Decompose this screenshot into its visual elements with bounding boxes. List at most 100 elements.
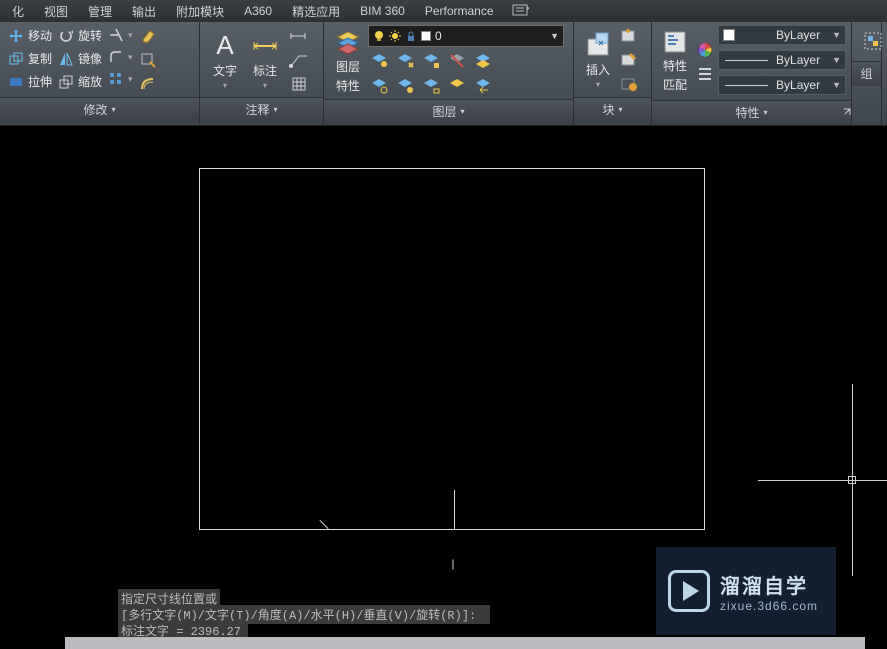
chevron-down-icon: ▾ xyxy=(128,74,133,85)
color-value: ByLayer xyxy=(776,28,820,42)
edit-attr-icon[interactable] xyxy=(618,73,640,95)
layer-unlock-icon[interactable] xyxy=(420,75,442,97)
lineweight-dropdown[interactable]: ByLayer ▼ xyxy=(718,75,846,95)
copy-label: 复制 xyxy=(28,50,52,67)
scale-button[interactable]: 缩放 xyxy=(56,71,104,92)
offset-icon[interactable] xyxy=(137,73,159,95)
color-dropdown[interactable]: ByLayer ▼ xyxy=(718,25,846,45)
copy-button[interactable]: 复制 xyxy=(6,48,54,69)
panel-title-block[interactable]: 块▾ xyxy=(574,97,651,122)
layer-thaw-icon[interactable] xyxy=(394,75,416,97)
table-icon[interactable] xyxy=(288,73,310,95)
chevron-down-icon: ▼ xyxy=(832,30,841,40)
menu-performance[interactable]: Performance xyxy=(415,0,504,22)
menu-manage[interactable]: 管理 xyxy=(78,0,122,22)
layer-on-icon[interactable] xyxy=(446,75,468,97)
menu-output[interactable]: 输出 xyxy=(122,0,166,22)
insert-block-button[interactable]: 插入 ▾ xyxy=(580,25,616,95)
color-swatch xyxy=(723,29,735,41)
move-button[interactable]: 移动 xyxy=(6,25,54,46)
panel-title-annotate[interactable]: 注释▾ xyxy=(200,97,323,122)
menu-bim360[interactable]: BIM 360 xyxy=(350,0,415,22)
dimension-button[interactable]: 标注 ▾ xyxy=(246,25,284,95)
chevron-down-icon: ▼ xyxy=(832,55,841,65)
linetype-value: ByLayer xyxy=(776,53,820,67)
menu-parametrize[interactable]: 化 xyxy=(2,0,34,22)
chevron-down-icon: ▼ xyxy=(832,80,841,90)
edit-block-icon[interactable] xyxy=(618,49,640,71)
menu-featured[interactable]: 精选应用 xyxy=(282,0,350,22)
dimension-icon xyxy=(250,30,280,60)
panel-title-properties[interactable]: 特性▾ xyxy=(652,100,851,125)
layer-off-icon[interactable] xyxy=(446,50,468,72)
watermark-url: zixue.3d66.com xyxy=(720,599,818,613)
insert-label: 插入 xyxy=(586,61,610,78)
lock-icon xyxy=(405,30,417,42)
scale-icon xyxy=(58,74,74,90)
scale-label: 缩放 xyxy=(78,73,102,90)
layer-color-swatch xyxy=(421,31,431,41)
panel-title-modify[interactable]: 修改▾ xyxy=(0,97,199,122)
command-input-bar[interactable] xyxy=(65,637,865,649)
lineweight-preview xyxy=(725,85,768,86)
properties-icon xyxy=(662,29,688,55)
current-layer-name: 0 xyxy=(435,29,442,43)
menu-a360[interactable]: A360 xyxy=(234,0,282,22)
linetype-dropdown[interactable]: ByLayer ▼ xyxy=(718,50,846,70)
layer-uniso-icon[interactable] xyxy=(368,75,390,97)
drawn-rectangle-small xyxy=(199,490,455,530)
drawn-rectangle-large xyxy=(199,168,705,530)
layer-previous-icon[interactable] xyxy=(472,75,494,97)
lightbulb-on-icon xyxy=(373,30,385,42)
fillet-button[interactable]: ▾ xyxy=(106,47,135,67)
chevron-down-icon: ▾ xyxy=(764,108,768,117)
menu-addins[interactable]: 附加模块 xyxy=(166,0,234,22)
color-wheel-icon[interactable] xyxy=(694,39,716,61)
chevron-down-icon: ▼ xyxy=(550,31,559,41)
mirror-button[interactable]: 镜像 xyxy=(56,48,104,69)
stretch-icon xyxy=(8,74,24,90)
text-icon: A xyxy=(210,30,240,60)
leader-icon[interactable] xyxy=(288,49,310,71)
layer-label1: 图层 xyxy=(336,58,360,75)
panel-title-layers[interactable]: 图层▾ xyxy=(324,99,573,124)
trim-icon xyxy=(108,27,124,43)
chevron-down-icon: ▾ xyxy=(274,105,278,114)
array-icon xyxy=(108,71,124,87)
array-button[interactable]: ▾ xyxy=(106,69,135,89)
chevron-down-icon: ▾ xyxy=(128,52,133,63)
erase-icon[interactable] xyxy=(137,25,159,47)
explode-icon[interactable] xyxy=(137,49,159,71)
rotate-button[interactable]: 旋转 xyxy=(56,25,104,46)
layer-lock-icon[interactable] xyxy=(420,50,442,72)
drawing-area[interactable]: 指定尺寸线位置或 [多行文字(M)/文字(T)/角度(A)/水平(H)/垂直(V… xyxy=(0,128,887,612)
menu-view[interactable]: 视图 xyxy=(34,0,78,22)
chevron-down-icon: ▾ xyxy=(128,30,133,41)
chevron-down-icon: ▾ xyxy=(619,105,623,114)
layer-icon xyxy=(334,28,362,56)
sun-icon xyxy=(389,30,401,42)
create-block-icon[interactable] xyxy=(618,25,640,47)
layer-props-button[interactable]: 图层 特性 xyxy=(330,25,366,97)
layer-label2: 特性 xyxy=(336,77,360,94)
current-layer-dropdown[interactable]: 0 ▼ xyxy=(368,25,564,47)
group-button[interactable] xyxy=(858,25,887,59)
crosshair-horizontal xyxy=(758,480,887,481)
text-button[interactable]: A 文字 ▾ xyxy=(206,25,244,95)
rotate-label: 旋转 xyxy=(78,27,102,44)
trim-button[interactable]: ▾ xyxy=(106,25,135,45)
linear-dim-icon[interactable] xyxy=(288,25,310,47)
properties-button[interactable]: 特性 匹配 xyxy=(658,25,692,98)
chevron-down-icon: ▾ xyxy=(596,80,600,89)
panel-title-group[interactable]: 组 xyxy=(852,61,881,86)
rotate-icon xyxy=(58,28,74,44)
layer-iso-icon[interactable] xyxy=(368,50,390,72)
crosshair-pickbox xyxy=(848,476,856,484)
panel-dropdown-icon[interactable] xyxy=(512,4,530,18)
list-icon[interactable] xyxy=(694,63,716,85)
stretch-button[interactable]: 拉伸 xyxy=(6,71,54,92)
play-icon xyxy=(668,570,710,612)
layer-match-icon[interactable] xyxy=(472,50,494,72)
dialog-launcher-icon[interactable] xyxy=(843,108,853,118)
layer-freeze-icon[interactable] xyxy=(394,50,416,72)
